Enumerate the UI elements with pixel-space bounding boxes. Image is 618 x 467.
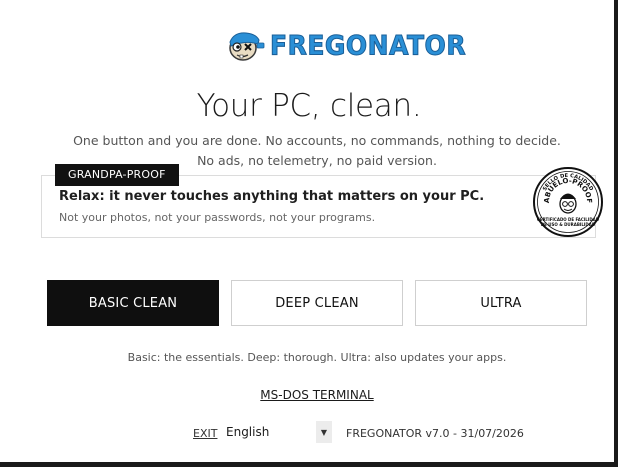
page-title: Your PC, clean. (196, 88, 422, 124)
window-border-right (614, 0, 618, 467)
grandpa-seal-icon: SELLO DE CALIDAD ABUELO-PROOF CERTIFICAD… (533, 167, 603, 237)
exit-link[interactable]: EXIT (193, 427, 217, 440)
basic-clean-button[interactable]: BASIC CLEAN (47, 280, 219, 326)
version-label: FREGONATOR v7.0 - 31/07/2026 (346, 427, 524, 440)
terminal-link-row: MS-DOS TERMINAL (0, 388, 618, 402)
ms-dos-terminal-link[interactable]: MS-DOS TERMINAL (260, 388, 373, 402)
app-logo: FREGONATOR (226, 28, 466, 62)
mascot-icon (229, 32, 265, 61)
safety-info-subtitle: Not your photos, not your passwords, not… (59, 211, 376, 224)
grandpa-face-icon (559, 193, 577, 214)
grandpa-proof-badge: GRANDPA-PROOF (55, 164, 179, 186)
deep-clean-button[interactable]: DEEP CLEAN (231, 280, 403, 326)
language-select-value: English (226, 425, 270, 439)
app-window: FREGONATOR Your PC, clean. One button an… (0, 0, 618, 467)
window-border-bottom (0, 462, 618, 467)
seal-bottom-line-2: DE USO & DURABILIDAD (541, 222, 596, 227)
language-select[interactable]: English ▼ (220, 421, 332, 443)
hero-subtitle-line-1: One button and you are done. No accounts… (73, 133, 561, 148)
ultra-clean-button[interactable]: ULTRA (415, 280, 587, 326)
chevron-down-icon: ▼ (316, 421, 332, 443)
app-logo-text: FREGONATOR (269, 29, 467, 61)
safety-info-title: Relax: it never touches anything that ma… (59, 189, 485, 204)
mode-description: Basic: the essentials. Deep: thorough. U… (127, 351, 507, 364)
